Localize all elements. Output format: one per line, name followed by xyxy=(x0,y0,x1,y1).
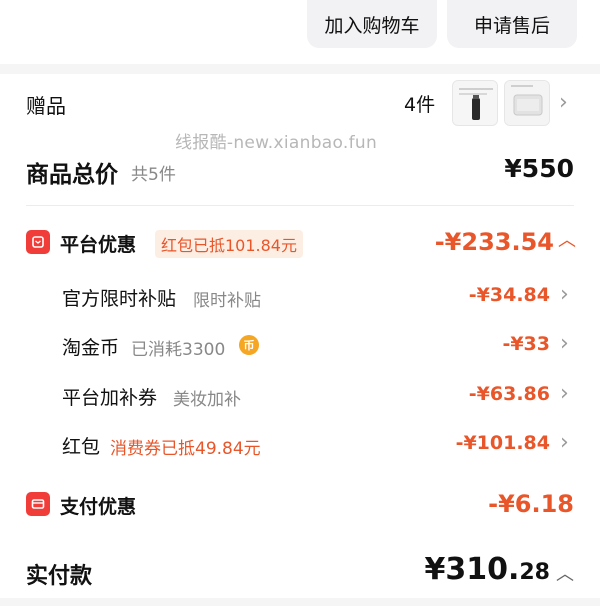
discount-item-note: 已消耗3300 xyxy=(131,340,226,360)
chevron-right-icon[interactable]: › xyxy=(560,381,569,406)
goods-total-amount: ¥550 xyxy=(504,154,574,183)
discount-item-amount: -¥34.84 xyxy=(468,284,550,306)
discount-item-label: 红包 xyxy=(62,436,101,458)
paid-amount-decimal: 28 xyxy=(519,560,550,585)
paid-amount: ¥310.28 xyxy=(424,552,550,587)
payment-discount-amount: -¥6.18 xyxy=(488,490,574,518)
coin-icon: 币 xyxy=(239,335,259,355)
divider xyxy=(26,205,574,206)
discount-item-label: 官方限时补贴 xyxy=(62,288,177,310)
apply-after-sale-button[interactable]: 申请售后 xyxy=(447,0,577,48)
gift-chevron-right-icon[interactable]: › xyxy=(559,90,568,115)
watermark-text: 线报酷-new.xianbao.fun xyxy=(175,133,378,153)
section-gap xyxy=(0,64,600,74)
paid-collapse-chevron-up-icon[interactable]: ︿ xyxy=(556,560,574,586)
platform-discount-title: 平台优惠 xyxy=(60,234,137,256)
platform-discount-amount: -¥233.54 xyxy=(434,228,554,256)
goods-total-label: 商品总价 xyxy=(26,162,118,188)
collapse-chevron-up-icon[interactable]: ︿ xyxy=(558,226,576,252)
gift-count: 4件 xyxy=(404,94,436,116)
paid-label: 实付款 xyxy=(26,564,93,589)
discount-item-label: 平台加补券 xyxy=(62,387,158,409)
discount-item-note: 美妆加补 xyxy=(173,390,241,410)
discount-item-amount: -¥33 xyxy=(502,333,550,355)
payment-discount-title: 支付优惠 xyxy=(60,496,137,518)
chevron-right-icon[interactable]: › xyxy=(560,430,569,455)
chevron-right-icon[interactable]: › xyxy=(560,331,569,356)
paid-amount-integer: ¥310. xyxy=(424,552,520,587)
bottom-band xyxy=(0,598,600,606)
discount-item-amount: -¥63.86 xyxy=(468,383,550,405)
wallet-icon xyxy=(26,492,50,516)
add-to-cart-button[interactable]: 加入购物车 xyxy=(307,0,437,48)
gift-thumbnail-2[interactable] xyxy=(504,80,550,126)
gift-thumbnail-1[interactable] xyxy=(452,80,498,126)
gift-label: 赠品 xyxy=(26,94,66,118)
discount-item-note: 限时补贴 xyxy=(193,291,261,311)
goods-total-count: 共5件 xyxy=(131,165,176,185)
red-packet-deduction-tag: 红包已抵101.84元 xyxy=(155,230,303,258)
discount-item-label: 淘金币 xyxy=(62,337,120,359)
top-action-bar: 加入购物车 申请售后 xyxy=(0,0,600,68)
red-packet-icon xyxy=(26,230,50,254)
discount-item-note: 消费券已抵49.84元 xyxy=(110,439,261,459)
chevron-right-icon[interactable]: › xyxy=(560,282,569,307)
discount-item-amount: -¥101.84 xyxy=(455,432,550,454)
